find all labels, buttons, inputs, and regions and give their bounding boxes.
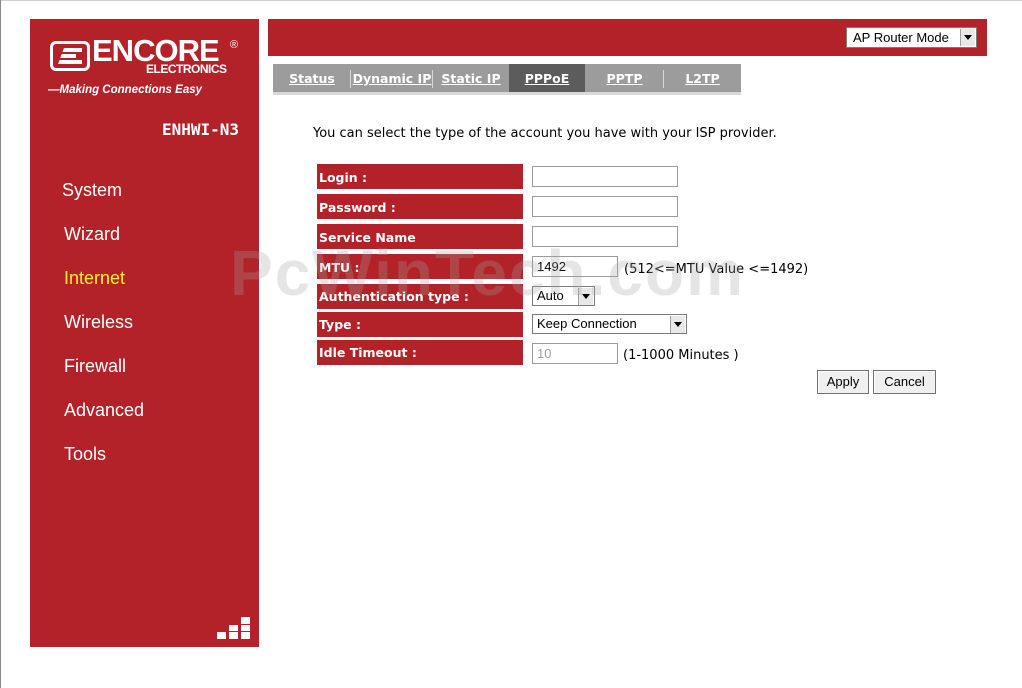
sidebar-item-advanced[interactable]: Advanced <box>30 397 259 441</box>
service-name-input[interactable] <box>532 226 678 247</box>
operation-mode-select[interactable]: AP Router Mode <box>846 27 977 48</box>
sidebar-item-firewall[interactable]: Firewall <box>30 353 259 397</box>
tab-l2tp[interactable]: L2TP <box>664 64 741 92</box>
grid-squares-icon <box>217 617 251 643</box>
sidebar: ENCORE ® ELECTRONICS —Making Connections… <box>30 19 259 647</box>
login-input[interactable] <box>532 166 678 187</box>
idle-timeout-input[interactable] <box>532 343 618 364</box>
sidebar-item-internet[interactable]: Internet <box>30 265 259 309</box>
window-frame-top <box>0 0 1022 1</box>
idle-timeout-hint: (1-1000 Minutes ) <box>623 348 739 363</box>
brand-tagline: —Making Connections Easy <box>48 84 203 96</box>
window-frame-left <box>0 0 1 688</box>
chevron-down-icon[interactable] <box>670 316 685 333</box>
auth-type-value: Auto <box>537 288 564 303</box>
login-label: Login : <box>317 164 523 189</box>
chevron-down-icon[interactable] <box>960 29 975 46</box>
password-label: Password : <box>317 194 523 219</box>
type-label: Type : <box>317 312 523 337</box>
tab-dynamic-ip[interactable]: Dynamic IP <box>351 64 433 92</box>
brand-registered-mark: ® <box>230 39 239 51</box>
sidebar-item-system[interactable]: System <box>30 177 259 221</box>
chevron-down-icon[interactable] <box>578 288 593 305</box>
password-input[interactable] <box>532 196 678 217</box>
auth-type-label: Authentication type : <box>317 284 523 309</box>
service-name-label: Service Name <box>317 224 523 249</box>
internet-tabs: Status Dynamic IP Static IP PPPoE PPTP L… <box>273 64 741 95</box>
idle-timeout-label: Idle Timeout : <box>317 340 523 365</box>
connection-type-select[interactable]: Keep Connection <box>532 314 687 334</box>
mtu-label: MTU : <box>317 254 523 279</box>
tab-pppoe[interactable]: PPPoE <box>509 64 585 92</box>
tab-status[interactable]: Status <box>273 64 351 92</box>
mtu-hint: (512<=MTU Value <=1492) <box>624 262 809 277</box>
sidebar-item-tools[interactable]: Tools <box>30 441 259 485</box>
auth-type-select[interactable]: Auto <box>532 286 595 306</box>
intro-text: You can select the type of the account y… <box>313 126 777 141</box>
top-bar: AP Router Mode <box>268 19 987 56</box>
brand-subtitle: ELECTRONICS <box>146 62 227 76</box>
sidebar-item-wizard[interactable]: Wizard <box>30 221 259 265</box>
mtu-input[interactable] <box>532 256 618 277</box>
encore-logo-e-icon <box>50 41 90 71</box>
connection-type-value: Keep Connection <box>537 316 637 331</box>
tab-static-ip[interactable]: Static IP <box>433 64 509 92</box>
sidebar-item-wireless[interactable]: Wireless <box>30 309 259 353</box>
apply-button[interactable]: Apply <box>817 370 869 394</box>
model-name: ENHWI-N3 <box>161 120 239 139</box>
sidebar-nav: System Wizard Internet Wireless Firewall… <box>30 177 259 485</box>
cancel-button[interactable]: Cancel <box>873 370 936 394</box>
tab-pptp[interactable]: PPTP <box>585 64 664 92</box>
operation-mode-value: AP Router Mode <box>853 30 949 45</box>
